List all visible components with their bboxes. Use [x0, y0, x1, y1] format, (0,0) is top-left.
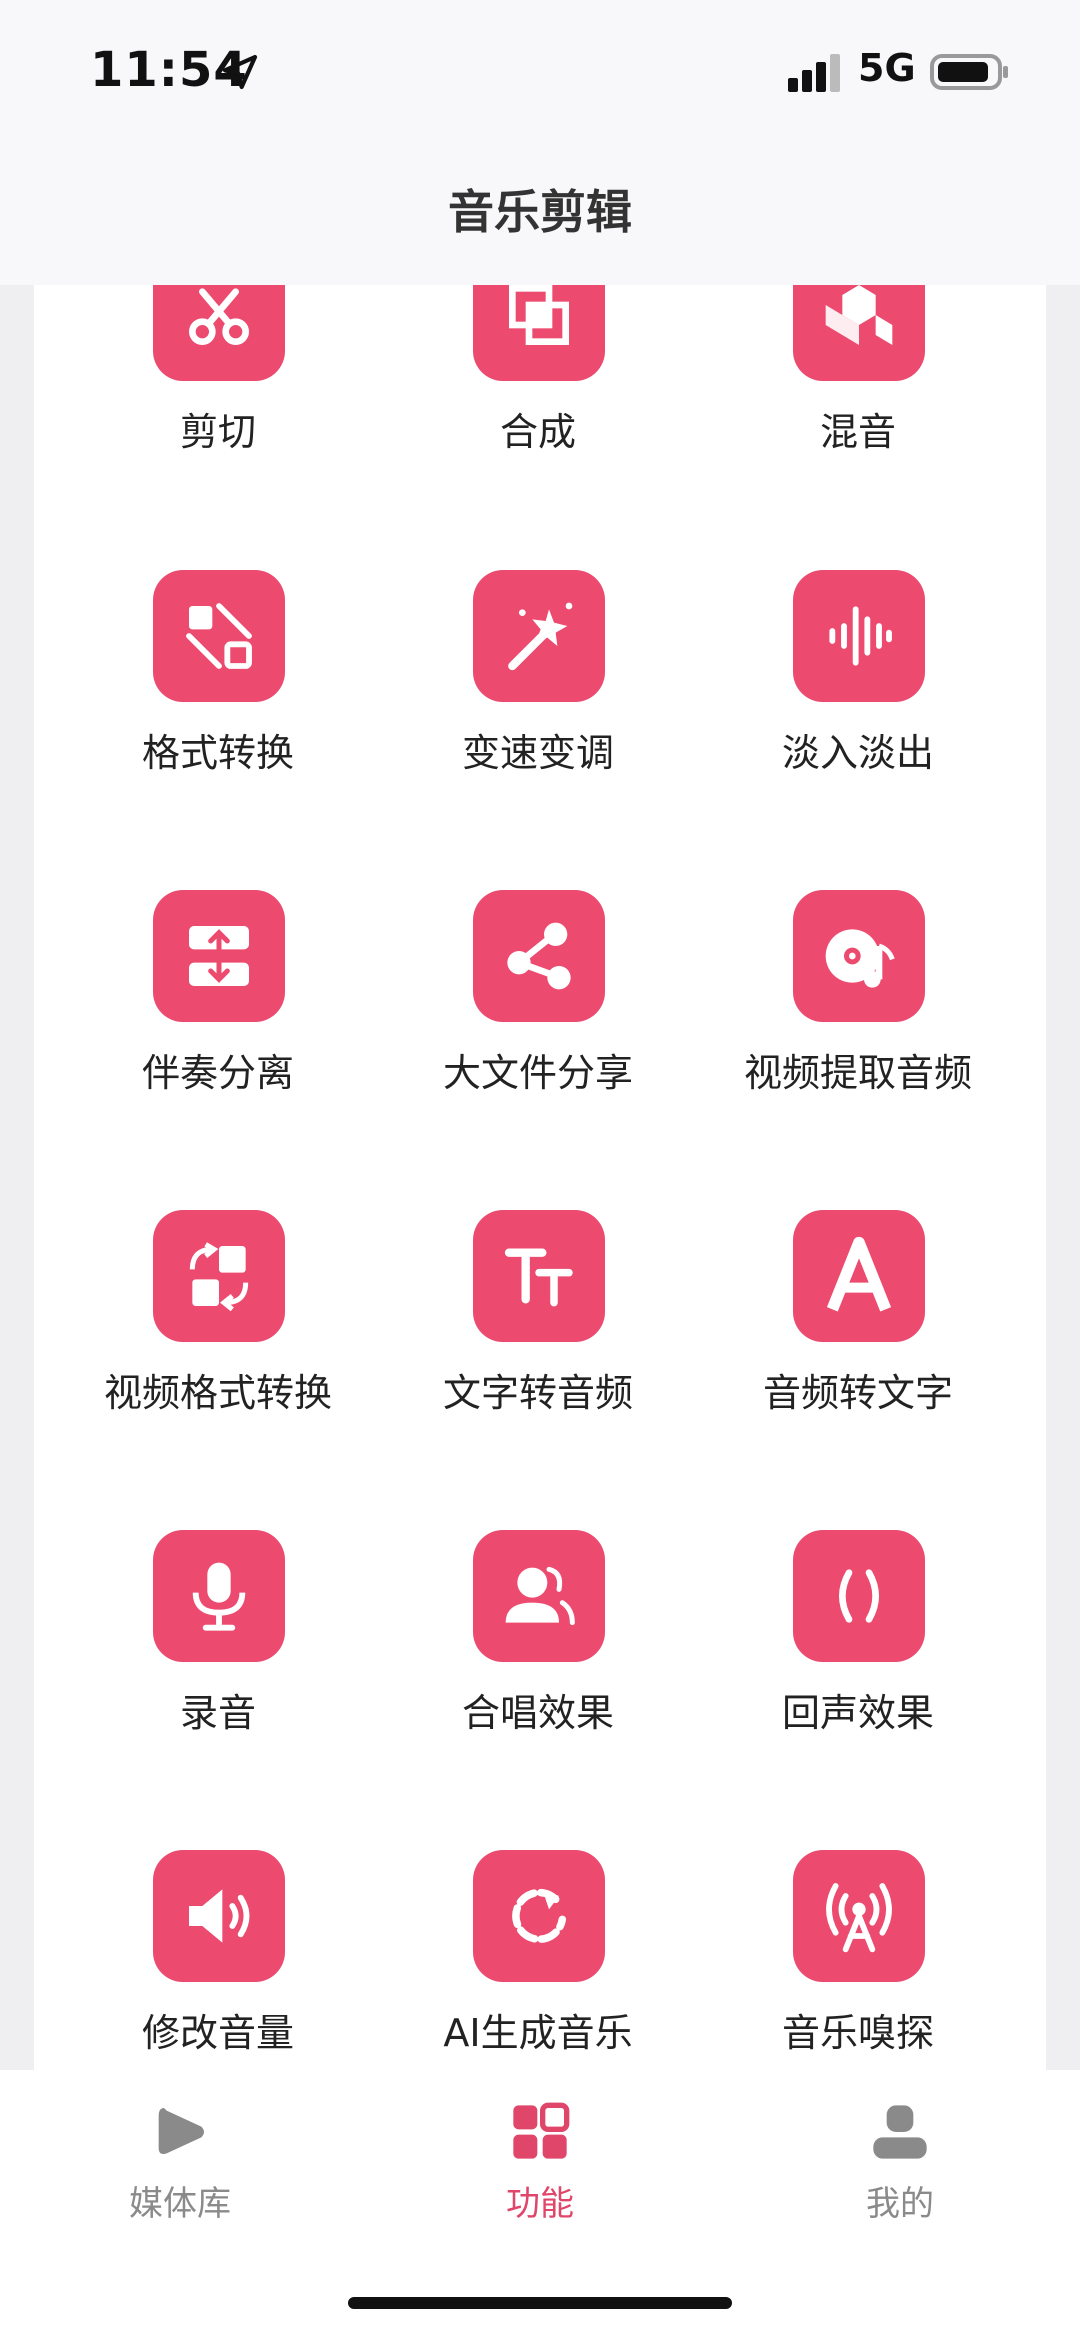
grid-icon: [513, 2102, 570, 2159]
tab-me[interactable]: 我的: [800, 2100, 1000, 2240]
feature-video-format-convert[interactable]: 视频格式转换: [58, 1210, 378, 1430]
battery-icon: [930, 54, 1008, 90]
text-size-icon: [473, 1210, 605, 1342]
person-icon: [873, 2105, 927, 2159]
waveform-icon: [793, 570, 925, 702]
tab-media-library[interactable]: 媒体库: [80, 2100, 280, 2240]
feature-label: 视频提取音频: [743, 1051, 972, 1095]
letter-a-icon: [793, 1210, 925, 1342]
play-icon: [158, 2108, 204, 2154]
feature-format-convert[interactable]: 格式转换: [58, 570, 378, 790]
feature-label: 剪切: [179, 410, 256, 454]
page-title: 音乐剪辑: [448, 185, 632, 239]
feature-label: 混音: [819, 410, 896, 454]
feature-video-extract-audio[interactable]: 视频提取音频: [698, 890, 1018, 1110]
feature-large-file-share[interactable]: 大文件分享: [378, 890, 698, 1110]
feature-label: 录音: [179, 1691, 256, 1735]
feature-label: 回声效果: [781, 1691, 934, 1735]
feature-text-to-audio[interactable]: 文字转音频: [378, 1210, 698, 1430]
feature-label: AI生成音乐: [443, 2011, 633, 2055]
scissors-icon: [153, 285, 285, 381]
feature-label: 合成: [499, 410, 576, 454]
parentheses-icon: [793, 1530, 925, 1662]
users-icon: [473, 1530, 605, 1662]
feature-volume[interactable]: 修改音量: [58, 1850, 378, 2070]
feature-label: 变速变调: [461, 731, 614, 775]
tab-features[interactable]: 功能: [440, 2100, 640, 2240]
broadcast-icon: [793, 1850, 925, 1982]
share-icon: [473, 890, 605, 1022]
nav-header: 音乐剪辑: [0, 140, 1080, 285]
status-bar: 11:54 5G: [0, 0, 1080, 140]
shape-convert-icon: [153, 570, 285, 702]
tab-label: 媒体库: [129, 2184, 231, 2224]
feature-label: 格式转换: [141, 731, 294, 775]
feature-echo[interactable]: 回声效果: [698, 1530, 1018, 1750]
feature-record[interactable]: 录音: [58, 1530, 378, 1750]
location-arrow-icon: [222, 54, 258, 90]
refresh-icon: [473, 1850, 605, 1982]
format-swap-icon: [153, 1210, 285, 1342]
feature-label: 合唱效果: [461, 1691, 614, 1735]
home-indicator[interactable]: [348, 2297, 732, 2309]
feature-label: 淡入淡出: [781, 731, 934, 775]
feature-mix[interactable]: 混音: [698, 285, 1018, 469]
cubes-icon: [793, 285, 925, 381]
tab-label: 功能: [506, 2184, 574, 2224]
feature-chorus[interactable]: 合唱效果: [378, 1530, 698, 1750]
cellular-signal-icon: [788, 54, 840, 92]
speaker-icon: [153, 1850, 285, 1982]
magic-wand-icon: [473, 570, 605, 702]
feature-fade[interactable]: 淡入淡出: [698, 570, 1018, 790]
feature-ai-music[interactable]: AI生成音乐: [378, 1850, 698, 2070]
microphone-icon: [153, 1530, 285, 1662]
feature-cut[interactable]: 剪切: [58, 285, 378, 469]
split-icon: [153, 890, 285, 1022]
merge-squares-icon: [473, 285, 605, 381]
feature-audio-to-text[interactable]: 音频转文字: [698, 1210, 1018, 1430]
network-type: 5G: [858, 46, 916, 90]
feature-label: 音频转文字: [762, 1371, 953, 1415]
feature-label: 视频格式转换: [103, 1371, 332, 1415]
feature-music-sniff[interactable]: 音乐嗅探: [698, 1850, 1018, 2070]
feature-label: 大文件分享: [442, 1051, 633, 1095]
feature-label: 音乐嗅探: [781, 2011, 934, 2055]
feature-speed-pitch[interactable]: 变速变调: [378, 570, 698, 790]
disc-note-icon: [793, 890, 925, 1022]
feature-label: 文字转音频: [442, 1371, 633, 1415]
feature-grid: 剪切 合成 混音 格式转换 变速变调 淡入淡出 伴奏分离 大文件分享 视频提取音…: [34, 285, 1046, 2070]
feature-merge[interactable]: 合成: [378, 285, 698, 469]
feature-label: 修改音量: [141, 2011, 294, 2055]
tab-label: 我的: [866, 2184, 934, 2224]
feature-accompaniment-split[interactable]: 伴奏分离: [58, 890, 378, 1110]
feature-label: 伴奏分离: [141, 1051, 294, 1095]
